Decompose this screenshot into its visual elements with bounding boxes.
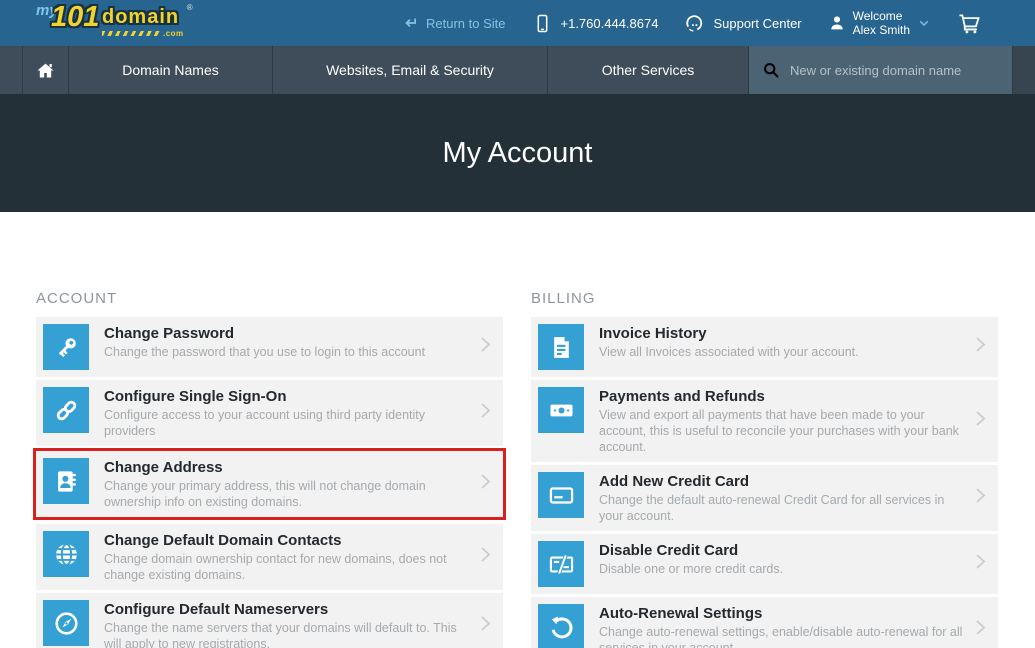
chevron-down-icon: [917, 16, 931, 30]
disabled-credit-card-icon: [538, 541, 584, 587]
banknote-icon: [538, 387, 584, 433]
card-description: Change your primary address, this will n…: [104, 478, 468, 510]
section-title: ACCOUNT: [36, 290, 503, 307]
chain-link-icon: [43, 387, 89, 433]
card-description: View and export all payments that have b…: [599, 407, 963, 455]
menu-card-change-address[interactable]: Change Address Change your primary addres…: [36, 451, 503, 517]
home-icon: [35, 60, 56, 81]
chevron-right-icon: [968, 549, 992, 580]
logo-word: domain: [102, 7, 184, 27]
menu-card-disable-credit-card[interactable]: Disable Credit Card Disable one or more c…: [531, 534, 998, 594]
address-book-icon: [43, 458, 89, 504]
logo-number: 101: [51, 3, 99, 32]
nav-other-services[interactable]: Other Services: [547, 46, 748, 94]
page-title: My Account: [443, 137, 593, 170]
logo-wordmark: domain .com ®: [102, 7, 184, 38]
chevron-right-icon: [968, 615, 992, 646]
card-title: Change Address: [104, 459, 468, 476]
chevron-right-icon: [968, 332, 992, 363]
return-arrow-icon: [402, 15, 418, 31]
phone-number-label: +1.760.444.8674: [561, 16, 659, 31]
account-column: ACCOUNT Change Password Change the passwor…: [36, 212, 503, 648]
card-title: Payments and Refunds: [599, 388, 963, 405]
menu-card-add-new-credit-card[interactable]: Add New Credit Card Change the default au…: [531, 465, 998, 531]
card-title: Configure Single Sign-On: [104, 388, 468, 405]
logo-tld: .com: [163, 29, 184, 38]
compass-icon: [43, 600, 89, 646]
card-description: Disable one or more credit cards.: [599, 561, 963, 577]
account-dashboard: ACCOUNT Change Password Change the passwor…: [0, 212, 1035, 648]
page-header: My Account: [0, 94, 1035, 212]
domain-search-input[interactable]: [790, 63, 999, 78]
cart-button[interactable]: [957, 12, 982, 35]
card-description: View all Invoices associated with your a…: [599, 344, 963, 360]
card-title: Change Default Domain Contacts: [104, 532, 468, 549]
top-bar: my 101 domain .com ® Return to Site +1.7…: [0, 0, 1035, 46]
card-title: Disable Credit Card: [599, 542, 963, 559]
chevron-right-icon: [968, 406, 992, 437]
chevron-right-icon: [473, 332, 497, 363]
menu-card-invoice-history[interactable]: Invoice History View all Invoices associa…: [531, 317, 998, 377]
menu-card-configure-single-sign-on[interactable]: Configure Single Sign-On Configure access…: [36, 380, 503, 446]
menu-card-auto-renewal-settings[interactable]: Auto-Renewal Settings Change auto-renewal…: [531, 597, 998, 648]
registered-trademark: ®: [187, 3, 193, 12]
search-icon: [762, 61, 780, 79]
menu-card-change-default-domain-contacts[interactable]: Change Default Domain Contacts Change dom…: [36, 524, 503, 590]
card-description: Change the default auto-renewal Credit C…: [599, 492, 963, 524]
globe-icon: [43, 531, 89, 577]
topbar-actions: Return to Site +1.760.444.8674 Support C…: [402, 9, 1035, 38]
card-title: Change Password: [104, 325, 468, 342]
site-logo[interactable]: my 101 domain .com ®: [36, 2, 211, 44]
key-icon: [43, 324, 89, 370]
return-to-site-label: Return to Site: [426, 16, 506, 31]
card-title: Auto-Renewal Settings: [599, 605, 963, 622]
headset-icon: [684, 13, 705, 34]
card-description: Configure access to your account using t…: [104, 407, 468, 439]
chevron-right-icon: [473, 542, 497, 573]
card-description: Change domain ownership contact for new …: [104, 551, 468, 583]
welcome-text: Welcome Alex Smith: [853, 9, 910, 38]
menu-card-configure-default-nameservers[interactable]: Configure Default Nameservers Change the …: [36, 593, 503, 648]
chevron-right-icon: [968, 483, 992, 514]
card-title: Configure Default Nameservers: [104, 601, 468, 618]
nav-websites-email-security[interactable]: Websites, Email & Security: [272, 46, 547, 94]
main-nav: Domain Names Websites, Email & Security …: [0, 46, 1035, 94]
nav-home-button[interactable]: [22, 46, 68, 94]
card-title: Add New Credit Card: [599, 473, 963, 490]
chevron-right-icon: [473, 398, 497, 429]
menu-card-payments-and-refunds[interactable]: Payments and Refunds View and export all …: [531, 380, 998, 462]
nav-end-cap: [1012, 46, 1035, 94]
chevron-right-icon: [473, 611, 497, 642]
card-description: Change the name servers that your domain…: [104, 620, 468, 648]
phone-number-link[interactable]: +1.760.444.8674: [532, 13, 659, 34]
mobile-phone-icon: [532, 13, 553, 34]
credit-card-icon: [538, 472, 584, 518]
support-center-link[interactable]: Support Center: [684, 13, 801, 34]
billing-column: BILLING Invoice History View all Invoices …: [531, 212, 998, 648]
welcome-username: Alex Smith: [853, 23, 910, 37]
menu-card-change-password[interactable]: Change Password Change the password that …: [36, 317, 503, 377]
nav-domain-names[interactable]: Domain Names: [68, 46, 272, 94]
cart-icon: [957, 12, 982, 35]
domain-search-box: [748, 46, 1012, 94]
section-title: BILLING: [531, 290, 998, 307]
nav-spacer: [0, 46, 22, 94]
card-title: Invoice History: [599, 325, 963, 342]
invoice-icon: [538, 324, 584, 370]
logo-stripes: [102, 31, 160, 36]
welcome-greeting: Welcome: [853, 9, 910, 23]
support-center-label: Support Center: [713, 16, 801, 31]
user-icon: [828, 14, 846, 32]
account-menu[interactable]: Welcome Alex Smith: [828, 9, 931, 38]
chevron-right-icon: [473, 469, 497, 500]
auto-renewal-icon: [538, 604, 584, 648]
return-to-site-link[interactable]: Return to Site: [402, 15, 506, 31]
card-description: Change auto-renewal settings, enable/dis…: [599, 624, 963, 648]
card-description: Change the password that you use to logi…: [104, 344, 468, 360]
